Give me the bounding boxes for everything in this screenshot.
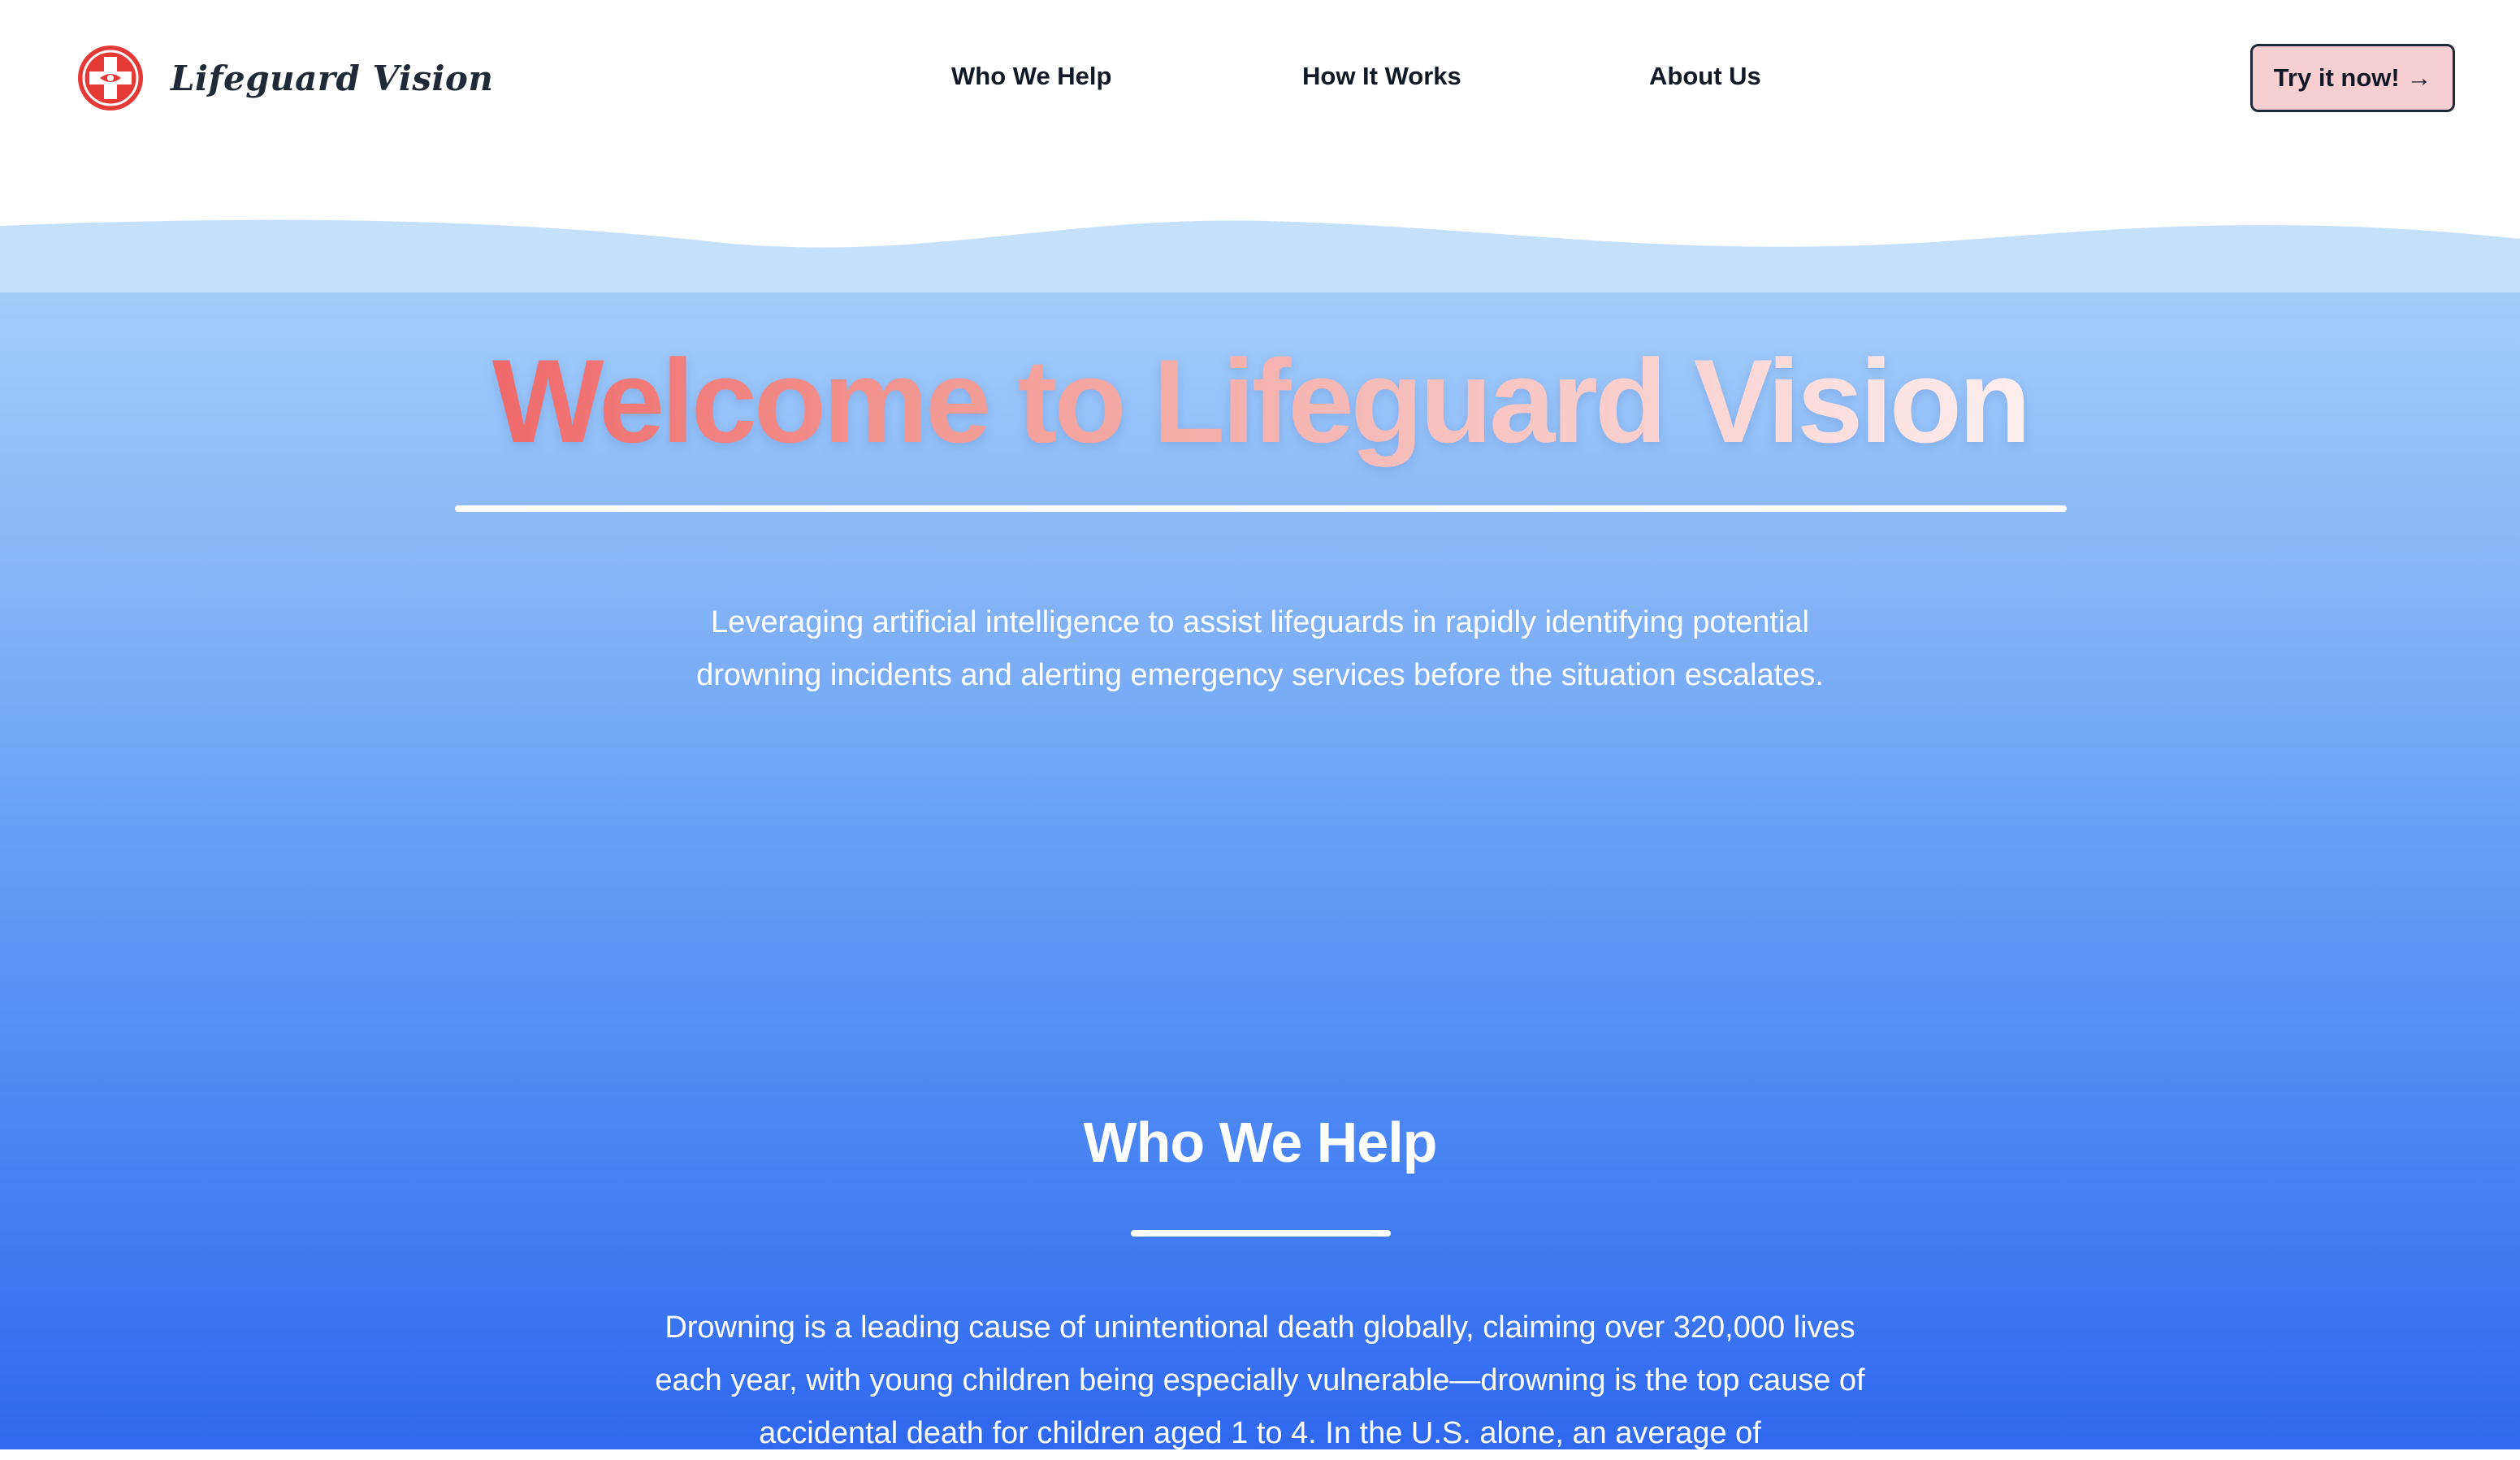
brand-logo-link[interactable]: Lifeguard Vision [76,44,493,112]
wave-divider [0,219,2520,292]
hero-subtitle: Leveraging artificial intelligence to as… [696,605,1824,692]
nav-link-who-we-help[interactable]: Who We Help [951,62,1111,91]
who-we-help-heading: Who We Help [1083,1111,1438,1174]
try-it-now-button[interactable]: Try it now! → [2250,44,2455,112]
site-header: Lifeguard Vision Who We Help How It Work… [0,0,2520,162]
who-we-help-body: Drowning is a leading cause of unintenti… [655,1311,1865,1450]
hero-title: Welcome to Lifeguard Vision [0,333,2520,470]
who-we-help-divider [1131,1230,1391,1237]
brand-name: Lifeguard Vision [171,58,494,98]
lifeguard-cross-eye-icon [78,45,143,110]
nav-link-about-us[interactable]: About Us [1649,62,1761,91]
nav-link-how-it-works[interactable]: How It Works [1302,62,1461,91]
hero-divider [455,505,2067,512]
